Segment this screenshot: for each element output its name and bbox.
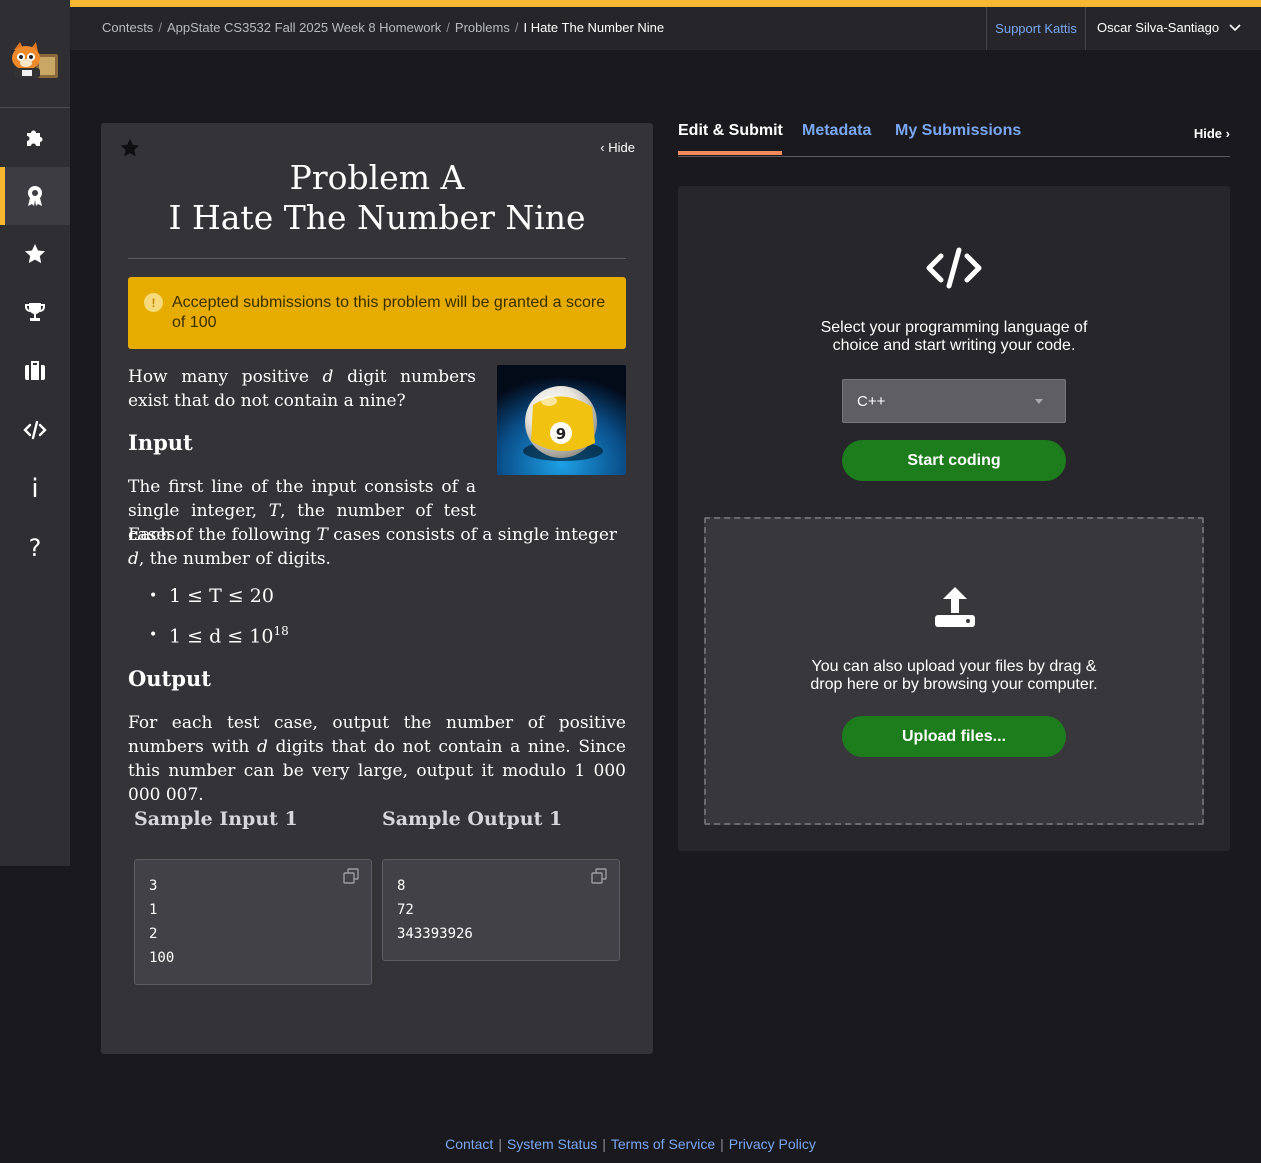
badge-icon (28, 186, 42, 206)
submit-panel: Select your programming language of choi… (678, 186, 1230, 851)
active-tab-indicator (678, 151, 782, 155)
user-name: Oscar Silva-Santiago (1097, 20, 1220, 35)
dropzone-text: You can also upload your files by drag &… (810, 658, 1098, 693)
tab-metadata[interactable]: Metadata (802, 122, 871, 140)
puzzle-icon (27, 130, 43, 146)
input-heading: Input (128, 430, 193, 455)
kattis-logo[interactable] (8, 40, 62, 82)
star-icon (120, 138, 140, 157)
warning-icon: ! (144, 293, 163, 312)
footer-link-system-status[interactable]: System Status (502, 1136, 602, 1152)
submit-tabs: Edit & Submit Metadata My Submissions Hi… (678, 122, 1230, 157)
sidebar-item-ranklists[interactable] (0, 283, 70, 341)
breadcrumb-problems[interactable]: Problems (455, 20, 510, 35)
sample-input-line: 100 (149, 950, 175, 966)
info-icon: i (31, 474, 39, 504)
top-accent-strip (70, 0, 1261, 7)
sidebar-item-jobs[interactable] (0, 342, 70, 400)
caret-down-icon (1035, 398, 1043, 404)
sample-input-line: 3 (149, 878, 158, 894)
sidebar-item-languages[interactable] (0, 401, 70, 459)
problem-panel: ‹ Hide Problem A I Hate The Number Nine … (101, 123, 653, 1054)
language-prompt: Select your programming language of choi… (820, 319, 1088, 354)
copy-icon[interactable] (591, 868, 607, 884)
constraints-list: 1 ≤ T ≤ 20 1 ≤ d ≤ 1018 (149, 585, 289, 663)
billiard-ball-image: 9 (497, 365, 626, 475)
input-description-2: Each of the following T cases consists o… (128, 525, 618, 569)
list-item: 1 ≤ d ≤ 1018 (149, 624, 289, 663)
score-alert: ! Accepted submissions to this problem w… (128, 277, 626, 349)
chevron-left-icon: ‹ (600, 140, 605, 155)
support-link[interactable]: Support Kattis (986, 7, 1086, 50)
problem-intro: How many positive d digit numbers exist … (128, 367, 476, 411)
start-coding-button[interactable]: Start coding (842, 440, 1066, 481)
briefcase-icon (25, 361, 45, 380)
hide-submit-button[interactable]: Hide › (1194, 126, 1230, 141)
language-select[interactable]: C++ (842, 379, 1066, 423)
output-description: For each test case, output the number of… (128, 713, 626, 805)
selected-language: C++ (857, 392, 886, 410)
problem-title: Problem A I Hate The Number Nine (101, 158, 653, 238)
sample-output-line: 343393926 (397, 926, 473, 942)
sample-output-line: 72 (397, 902, 414, 918)
breadcrumb: Contests / AppState CS3532 Fall 2025 Wee… (102, 20, 665, 35)
trophy-icon (25, 303, 45, 321)
sidebar: i ? (0, 0, 70, 866)
problem-name: I Hate The Number Nine (168, 198, 586, 237)
output-heading: Output (128, 666, 211, 691)
sidebar-item-challenge[interactable] (0, 225, 70, 283)
sample-output-heading: Sample Output 1 (382, 808, 563, 830)
chevron-down-icon (1229, 23, 1241, 31)
sample-input-heading: Sample Input 1 (134, 808, 298, 830)
problem-letter: Problem A (289, 158, 465, 197)
title-divider (128, 258, 626, 259)
help-icon: ? (28, 534, 42, 562)
tab-my-submissions[interactable]: My Submissions (895, 122, 1021, 140)
alert-text: Accepted submissions to this problem wil… (172, 294, 606, 331)
upload-files-button[interactable]: Upload files... (842, 716, 1066, 757)
sidebar-item-help[interactable]: ? (0, 519, 70, 577)
sample-input-box[interactable]: 3 1 2 100 (134, 859, 372, 985)
footer: Contact | System Status | Terms of Servi… (0, 1136, 1261, 1152)
sample-output-box[interactable]: 8 72 343393926 (382, 859, 620, 961)
star-icon (25, 244, 45, 264)
sample-input-line: 1 (149, 902, 158, 918)
breadcrumb-current: I Hate The Number Nine (523, 20, 665, 35)
breadcrumb-contest[interactable]: AppState CS3532 Fall 2025 Week 8 Homewor… (167, 20, 441, 35)
copy-icon[interactable] (343, 868, 359, 884)
breadcrumb-contests[interactable]: Contests (102, 20, 153, 35)
code-icon (23, 420, 47, 440)
sample-input-line: 2 (149, 926, 158, 942)
sample-output-line: 8 (397, 878, 406, 894)
footer-link-privacy[interactable]: Privacy Policy (724, 1136, 821, 1152)
chevron-right-icon: › (1225, 126, 1230, 141)
sidebar-item-info[interactable]: i (0, 460, 70, 518)
footer-link-terms[interactable]: Terms of Service (606, 1136, 720, 1152)
file-dropzone[interactable]: You can also upload your files by drag &… (704, 517, 1204, 825)
hide-problem-button[interactable]: ‹ Hide (600, 140, 635, 155)
sidebar-item-contests[interactable] (0, 167, 70, 225)
tab-edit-submit[interactable]: Edit & Submit (678, 122, 783, 140)
list-item: 1 ≤ T ≤ 20 (149, 585, 289, 624)
upload-icon (935, 587, 975, 627)
code-icon (926, 247, 982, 289)
ball-number: 9 (556, 425, 566, 443)
footer-link-contact[interactable]: Contact (440, 1136, 498, 1152)
user-menu[interactable]: Oscar Silva-Santiago (1097, 20, 1241, 35)
sidebar-item-problems[interactable] (0, 108, 70, 166)
